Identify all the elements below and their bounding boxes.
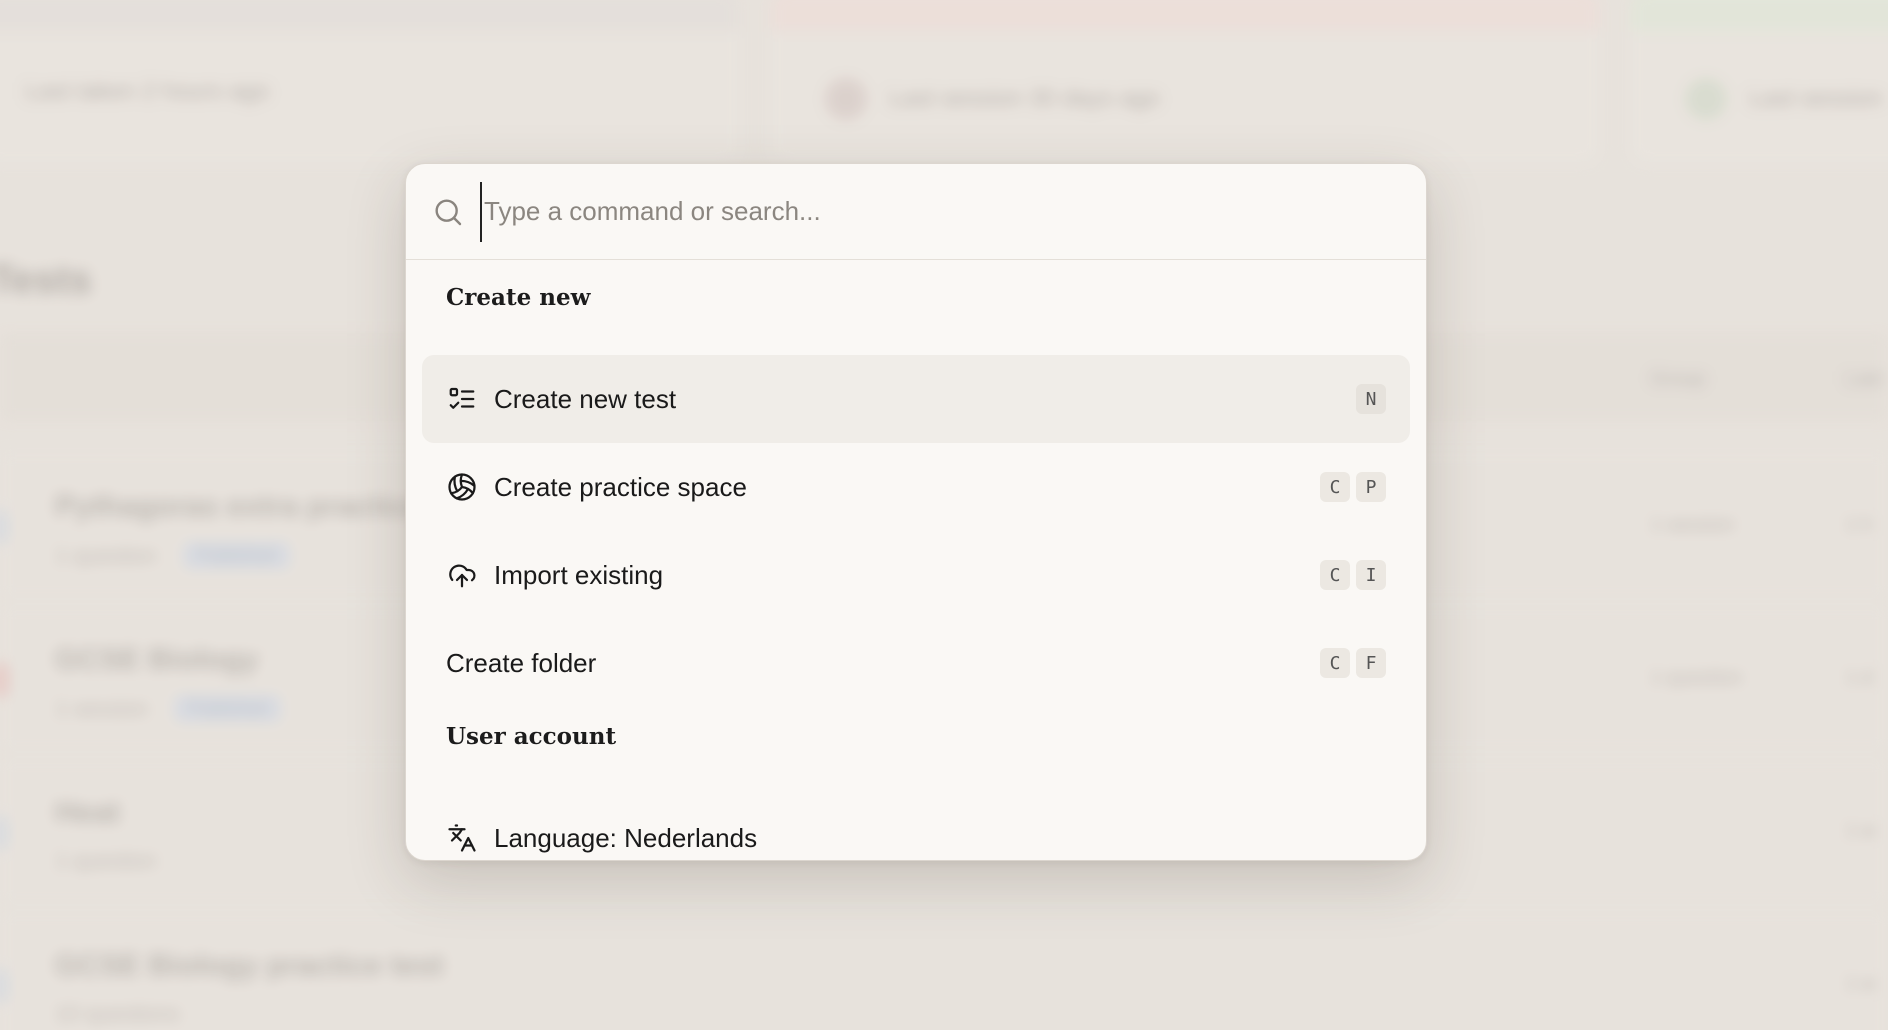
item-label: Import existing [494,559,664,590]
cloud-upload-icon [446,559,478,591]
languages-icon [446,822,478,854]
shortcut-keys: C I [1320,560,1386,590]
list-checks-icon [446,383,478,415]
item-label: Language: Nederlands [494,822,758,853]
shortcut-key: I [1356,560,1386,590]
create-practice-space-item[interactable]: Create practice space C P [422,443,1410,531]
shortcut-keys: C F [1320,648,1386,678]
item-label: Create folder [446,647,597,678]
search-bar [406,164,1426,260]
create-new-test-item[interactable]: Create new test N [422,355,1410,443]
search-icon [432,196,464,228]
group-label-user-account: User account [446,723,617,750]
volleyball-icon [446,471,478,503]
shortcut-key: C [1320,472,1350,502]
item-label: Create new test [494,383,677,414]
language-item[interactable]: Language: Nederlands [422,794,1410,860]
create-folder-item[interactable]: Create folder C F [422,619,1410,707]
import-existing-item[interactable]: Import existing C I [422,531,1410,619]
item-label: Create practice space [494,471,747,502]
command-search-input[interactable] [480,181,1426,242]
group-label-create-new: Create new [446,284,591,311]
shortcut-key: F [1356,648,1386,678]
shortcut-key: N [1356,384,1386,414]
shortcut-keys: N [1356,384,1386,414]
shortcut-key: P [1356,472,1386,502]
shortcut-key: C [1320,648,1350,678]
shortcut-keys: C P [1320,472,1386,502]
shortcut-key: C [1320,560,1350,590]
command-palette: Create new Create new test N Create prac… [405,163,1427,861]
